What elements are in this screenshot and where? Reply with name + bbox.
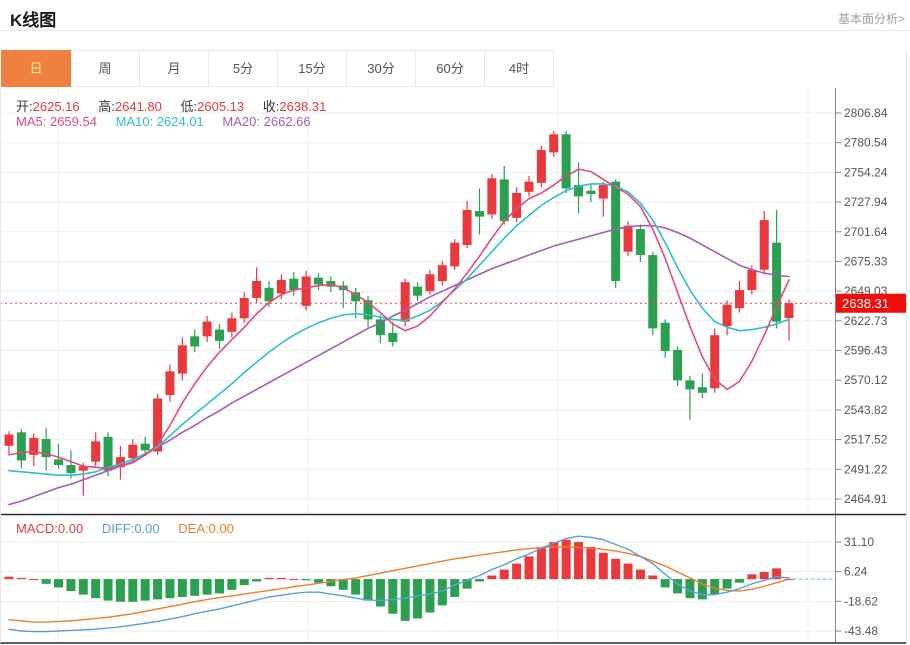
- svg-text:2596.43: 2596.43: [844, 344, 888, 358]
- tab-30分[interactable]: 30分: [346, 50, 416, 87]
- low-value: 2605.13: [197, 99, 245, 114]
- kline-widget: 2806.84 2780.54 2754.24 2727.94 2701.64 2675.…: [0, 0, 910, 645]
- ma10-value: 2624.01: [156, 114, 204, 129]
- svg-text:-18.62: -18.62: [844, 594, 878, 608]
- macd-value: 0.00: [57, 521, 84, 536]
- ma5-value: 2659.54: [49, 114, 97, 129]
- ma10-label: MA10:: [115, 114, 154, 129]
- open-value: 2625.16: [32, 99, 80, 114]
- close-value: 2638.31: [279, 99, 327, 114]
- high-label: 高:: [98, 99, 115, 114]
- dea-label: DEA:: [178, 521, 209, 536]
- svg-text:2464.91: 2464.91: [844, 492, 888, 506]
- tab-4时[interactable]: 4时: [484, 50, 554, 87]
- fundamental-analysis-link[interactable]: 基本面分析>: [838, 10, 905, 27]
- tab-5分[interactable]: 5分: [208, 50, 278, 87]
- tab-15分[interactable]: 15分: [277, 50, 347, 87]
- tab-60分[interactable]: 60分: [415, 50, 485, 87]
- svg-text:2701.64: 2701.64: [844, 225, 888, 239]
- ma20-value: 2662.66: [263, 114, 311, 129]
- close-label: 收:: [262, 99, 280, 114]
- svg-text:6.24: 6.24: [844, 565, 868, 579]
- dea-value: 0.00: [208, 521, 234, 536]
- tab-日[interactable]: 日: [1, 50, 71, 87]
- macd-legend: MACD:0.00 DIFF:0.00 DEA:0.00: [16, 521, 249, 536]
- open-label: 开:: [16, 99, 33, 114]
- diff-label: DIFF:: [101, 521, 135, 536]
- interval-tabbar: 日周月 5分 15分 30分 60分 4时: [1, 50, 554, 87]
- ma-legend: MA5: 2659.54 MA10: 2624.01 MA20: 2662.66: [16, 114, 326, 129]
- ma20-label: MA20:: [222, 114, 260, 129]
- svg-text:2675.33: 2675.33: [844, 254, 888, 268]
- ohlc-legend: 开:2625.16 高:2641.80 低:2605.13 收:2638.31: [16, 96, 341, 115]
- low-label: 低:: [180, 99, 198, 114]
- page-title: K线图: [10, 11, 57, 30]
- widget-header: K线图 基本面分析>: [0, 0, 910, 31]
- diff-value: 0.00: [134, 521, 160, 536]
- svg-text:2622.73: 2622.73: [844, 314, 888, 328]
- high-value: 2641.80: [114, 99, 162, 114]
- svg-text:2491.22: 2491.22: [844, 462, 888, 476]
- tab-月[interactable]: 月: [139, 50, 209, 87]
- svg-text:2727.94: 2727.94: [844, 195, 888, 209]
- macd-label: MACD:: [16, 521, 58, 536]
- svg-text:2517.52: 2517.52: [844, 433, 888, 447]
- tab-周[interactable]: 周: [70, 50, 140, 87]
- svg-text:2780.54: 2780.54: [844, 136, 888, 150]
- svg-text:31.10: 31.10: [844, 535, 874, 549]
- current-price-tag: 2638.31: [842, 296, 889, 311]
- svg-text:2754.24: 2754.24: [844, 165, 888, 179]
- svg-text:2806.84: 2806.84: [844, 106, 888, 120]
- ma5-label: MA5:: [16, 114, 47, 129]
- svg-text:-43.48: -43.48: [844, 624, 878, 638]
- svg-text:2543.82: 2543.82: [844, 403, 888, 417]
- svg-text:2570.12: 2570.12: [844, 373, 888, 387]
